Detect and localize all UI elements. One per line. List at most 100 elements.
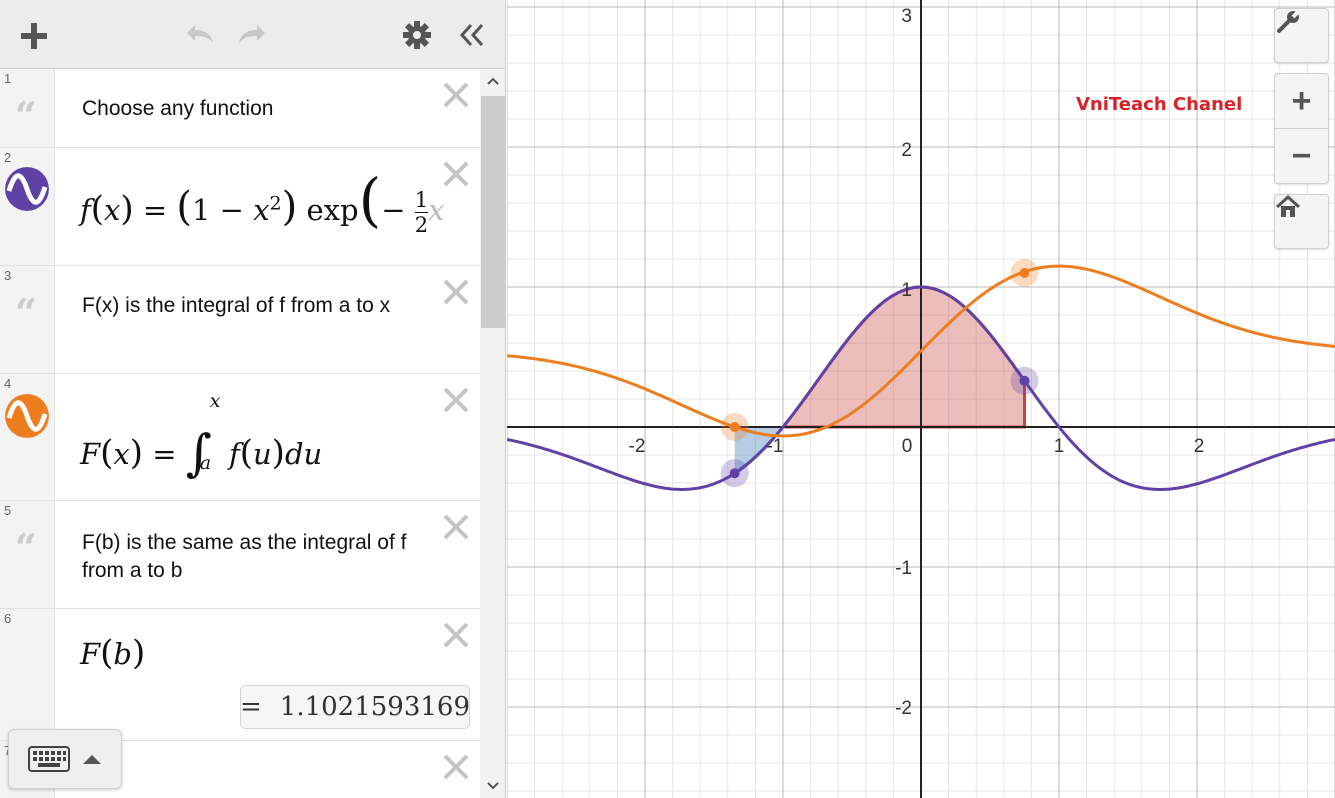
wrench-icon xyxy=(1277,9,1301,33)
zoom-out-button[interactable]: − xyxy=(1274,128,1329,184)
math-expression-F[interactable]: F(x) = ∫ x a f(u)du xyxy=(80,390,323,482)
row-number: 5 xyxy=(4,503,12,518)
gear-icon xyxy=(403,21,431,49)
x-tick-label: 1 xyxy=(1054,436,1065,457)
scrollbar-thumb[interactable] xyxy=(481,96,505,328)
expression-row-4[interactable]: 4 F(x) = ∫ x a f(u)du xyxy=(0,374,480,501)
math-token: f xyxy=(80,193,91,227)
y-tick-label: 3 xyxy=(901,6,912,27)
watermark-text: VniTeach Chanel xyxy=(1076,94,1243,115)
math-token: = xyxy=(142,193,168,227)
math-token: x xyxy=(104,193,121,227)
keyboard-icon xyxy=(28,746,70,772)
math-token: 1 xyxy=(414,187,429,213)
delete-icon[interactable] xyxy=(440,619,472,651)
math-token: − xyxy=(381,193,406,227)
zoom-in-button[interactable]: + xyxy=(1274,73,1329,129)
expression-row-2[interactable]: 2 f(x) = (1 − x2) exp(− 1 2 x xyxy=(0,148,480,266)
redo-button[interactable] xyxy=(232,18,274,50)
result-value: 1.1021593169 xyxy=(279,692,471,722)
math-token: u xyxy=(252,437,272,471)
note-text[interactable]: F(x) is the integral of f from a to x xyxy=(82,292,422,320)
math-token: b xyxy=(113,637,132,671)
delete-icon[interactable] xyxy=(440,511,472,543)
math-token: 1 xyxy=(191,193,211,227)
x-tick-label: -2 xyxy=(629,436,646,457)
add-item-button[interactable] xyxy=(14,16,54,56)
math-expression-f[interactable]: f(x) = (1 − x2) exp(− 1 2 x xyxy=(80,171,445,237)
math-token: a xyxy=(199,452,212,474)
default-viewport-button[interactable] xyxy=(1274,194,1329,249)
math-token: F xyxy=(80,437,101,471)
undo-icon xyxy=(187,25,213,43)
math-expression-Fb[interactable]: F(b) xyxy=(80,633,145,673)
evaluation-result: = 1.1021593169 xyxy=(240,685,470,729)
delete-icon[interactable] xyxy=(440,384,472,416)
point xyxy=(729,468,740,479)
math-token: x xyxy=(253,193,270,227)
math-token: F xyxy=(80,637,101,671)
note-quote-icon: “ xyxy=(15,93,37,138)
math-token: = xyxy=(152,437,177,471)
row-gutter: 3 “ xyxy=(0,266,55,373)
point xyxy=(1019,268,1030,278)
math-token: − xyxy=(219,193,244,227)
expression-row-5[interactable]: 5 “ F(b) is the same as the integral of … xyxy=(0,501,480,609)
graph-toggle-wave-icon[interactable] xyxy=(5,167,49,211)
x-tick-label: 0 xyxy=(902,436,913,457)
graph-toggle-wave-icon[interactable] xyxy=(5,394,49,438)
y-tick-label: 2 xyxy=(901,140,912,161)
math-token: f xyxy=(228,437,240,471)
row-number: 3 xyxy=(4,268,12,283)
expression-list-scrollbar[interactable] xyxy=(480,69,505,798)
graph-plot[interactable]: -2 -1 0 1 2 3 2 1 -1 -2 xyxy=(507,0,1335,798)
row-number: 4 xyxy=(4,376,12,391)
expression-toolbar xyxy=(0,0,505,69)
point xyxy=(729,422,740,432)
note-text[interactable]: Choose any function xyxy=(82,95,422,123)
home-icon xyxy=(1275,195,1301,217)
expression-row-6[interactable]: 6 F(b) = 1.1021593169 xyxy=(0,609,480,741)
delete-icon[interactable] xyxy=(440,276,472,308)
note-text[interactable]: F(b) is the same as the integral of f fr… xyxy=(82,529,422,585)
note-quote-icon: “ xyxy=(15,290,37,335)
app-window: 1 “ Choose any function 2 f(x) = (1 − x2… xyxy=(0,0,1335,798)
expression-row-3[interactable]: 3 “ F(x) is the integral of f from a to … xyxy=(0,266,480,374)
math-token: du xyxy=(284,437,323,471)
graph-settings-button[interactable] xyxy=(1274,8,1329,63)
undo-button[interactable] xyxy=(178,18,220,50)
delete-icon[interactable] xyxy=(440,751,472,783)
y-tick-label: -2 xyxy=(895,698,912,719)
collapse-panel-button[interactable] xyxy=(452,16,490,54)
note-quote-icon: “ xyxy=(15,525,37,570)
row-number: 6 xyxy=(4,611,12,626)
positive-area xyxy=(783,287,1025,427)
row-gutter: 5 “ xyxy=(0,501,55,608)
math-token: x xyxy=(113,437,130,471)
math-token: x xyxy=(428,193,445,227)
row-gutter: 1 “ xyxy=(0,69,55,147)
expression-panel: 1 “ Choose any function 2 f(x) = (1 − x2… xyxy=(0,0,506,798)
expression-row-1[interactable]: 1 “ Choose any function xyxy=(0,69,480,148)
scroll-down-button[interactable] xyxy=(480,774,505,798)
expression-list: 1 “ Choose any function 2 f(x) = (1 − x2… xyxy=(0,69,480,798)
row-gutter: 4 xyxy=(0,374,55,500)
math-token: 2 xyxy=(414,212,429,237)
x-tick-label: -1 xyxy=(767,436,784,457)
caret-up-icon xyxy=(83,755,101,764)
math-token: 2 xyxy=(269,192,282,215)
row-gutter: 2 xyxy=(0,148,55,265)
scroll-up-button[interactable] xyxy=(480,69,505,93)
delete-icon[interactable] xyxy=(440,158,472,190)
settings-button[interactable] xyxy=(398,16,436,54)
result-equals: = xyxy=(239,692,262,722)
row-number: 1 xyxy=(4,71,12,86)
math-token: x xyxy=(209,390,221,412)
delete-icon[interactable] xyxy=(440,79,472,111)
plus-icon xyxy=(21,23,47,49)
keyboard-toggle-button[interactable] xyxy=(8,729,122,789)
graph-canvas[interactable]: -2 -1 0 1 2 3 2 1 -1 -2 VniTeach Chanel … xyxy=(507,0,1335,798)
y-tick-label: -1 xyxy=(895,558,912,579)
row-number: 2 xyxy=(4,150,12,165)
double-chevron-left-icon xyxy=(459,23,484,47)
